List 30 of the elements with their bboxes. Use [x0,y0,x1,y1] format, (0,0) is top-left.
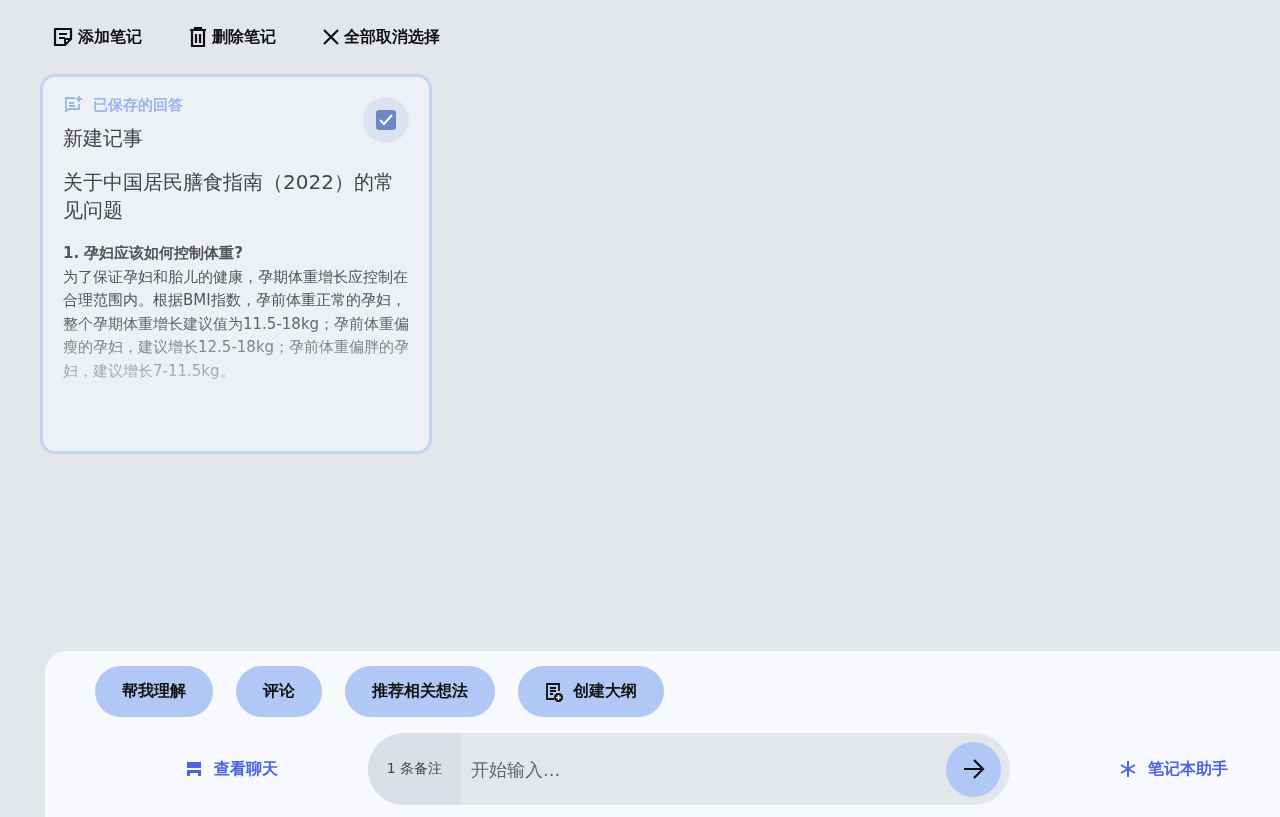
asterisk-icon [1120,760,1136,778]
document-plus-icon [545,681,563,702]
trash-icon [188,26,208,48]
suggestion-chip[interactable]: 帮我理解 [95,666,213,717]
note-body: 为了保证孕妇和胎儿的健康，孕期体重增长应控制在合理范围内。根据BMI指数，孕前体重正常的孕妇，整个孕期体重增长建议值为11.5-18kg；孕前体重偏瘦的孕妇，建议增长12.5-18kg；孕前体重偏胖的孕妇，建议增长7-11.5kg。 [63,266,411,382]
notebook-assistant-button[interactable]: 笔记本助手 [1120,758,1228,780]
note-sparkle-icon [63,95,83,115]
send-button[interactable] [946,741,1001,797]
suggestion-chip[interactable]: 推荐相关想法 [345,666,495,717]
input-field[interactable]: 开始输入... [461,733,946,805]
note-source-label: 已保存的回答 [93,95,183,115]
view-chat-button[interactable]: 查看聊天 [95,758,368,780]
source-count: 1 条备注 [368,733,461,805]
arrow-icon [962,759,985,779]
chat-input[interactable]: 1 条备注 开始输入... [368,733,1010,805]
toolbar-button[interactable]: 删除笔记 [184,22,280,52]
note-heading: 关于中国居民膳食指南（2022）的常见问题 [63,169,395,224]
note-card[interactable]: 已保存的回答 新建记事 关于中国居民膳食指南（2022）的常见问题 1. 孕妇应该如何控制体重? 为了保证孕妇和胎儿的健康，孕期体重增长应控制在合理范围内。根据BMI指数，孕前体重正常的孕妇，整个孕期体重增长建议值为11.5-18kg；孕前体重偏瘦的孕妇，建议增长12.5-18kg；孕前体重偏胖的孕妇，建议增长7-11.5kg。 [40,74,432,454]
chat-panel-icon [185,761,202,777]
note-title: 新建记事 [63,125,144,152]
check-icon [379,114,393,126]
suggestion-chip[interactable]: 评论 [236,666,322,717]
close-icon [322,28,340,46]
suggestion-chip[interactable]: 创建大纲 [518,666,664,717]
note-icon [52,26,74,48]
toolbar-button[interactable]: 全部取消选择 [318,22,444,52]
toolbar-button[interactable]: 添加笔记 [48,22,146,52]
checkbox[interactable] [376,110,396,130]
note-question: 1. 孕妇应该如何控制体重? [63,243,245,264]
select-checkbox[interactable] [363,97,409,143]
